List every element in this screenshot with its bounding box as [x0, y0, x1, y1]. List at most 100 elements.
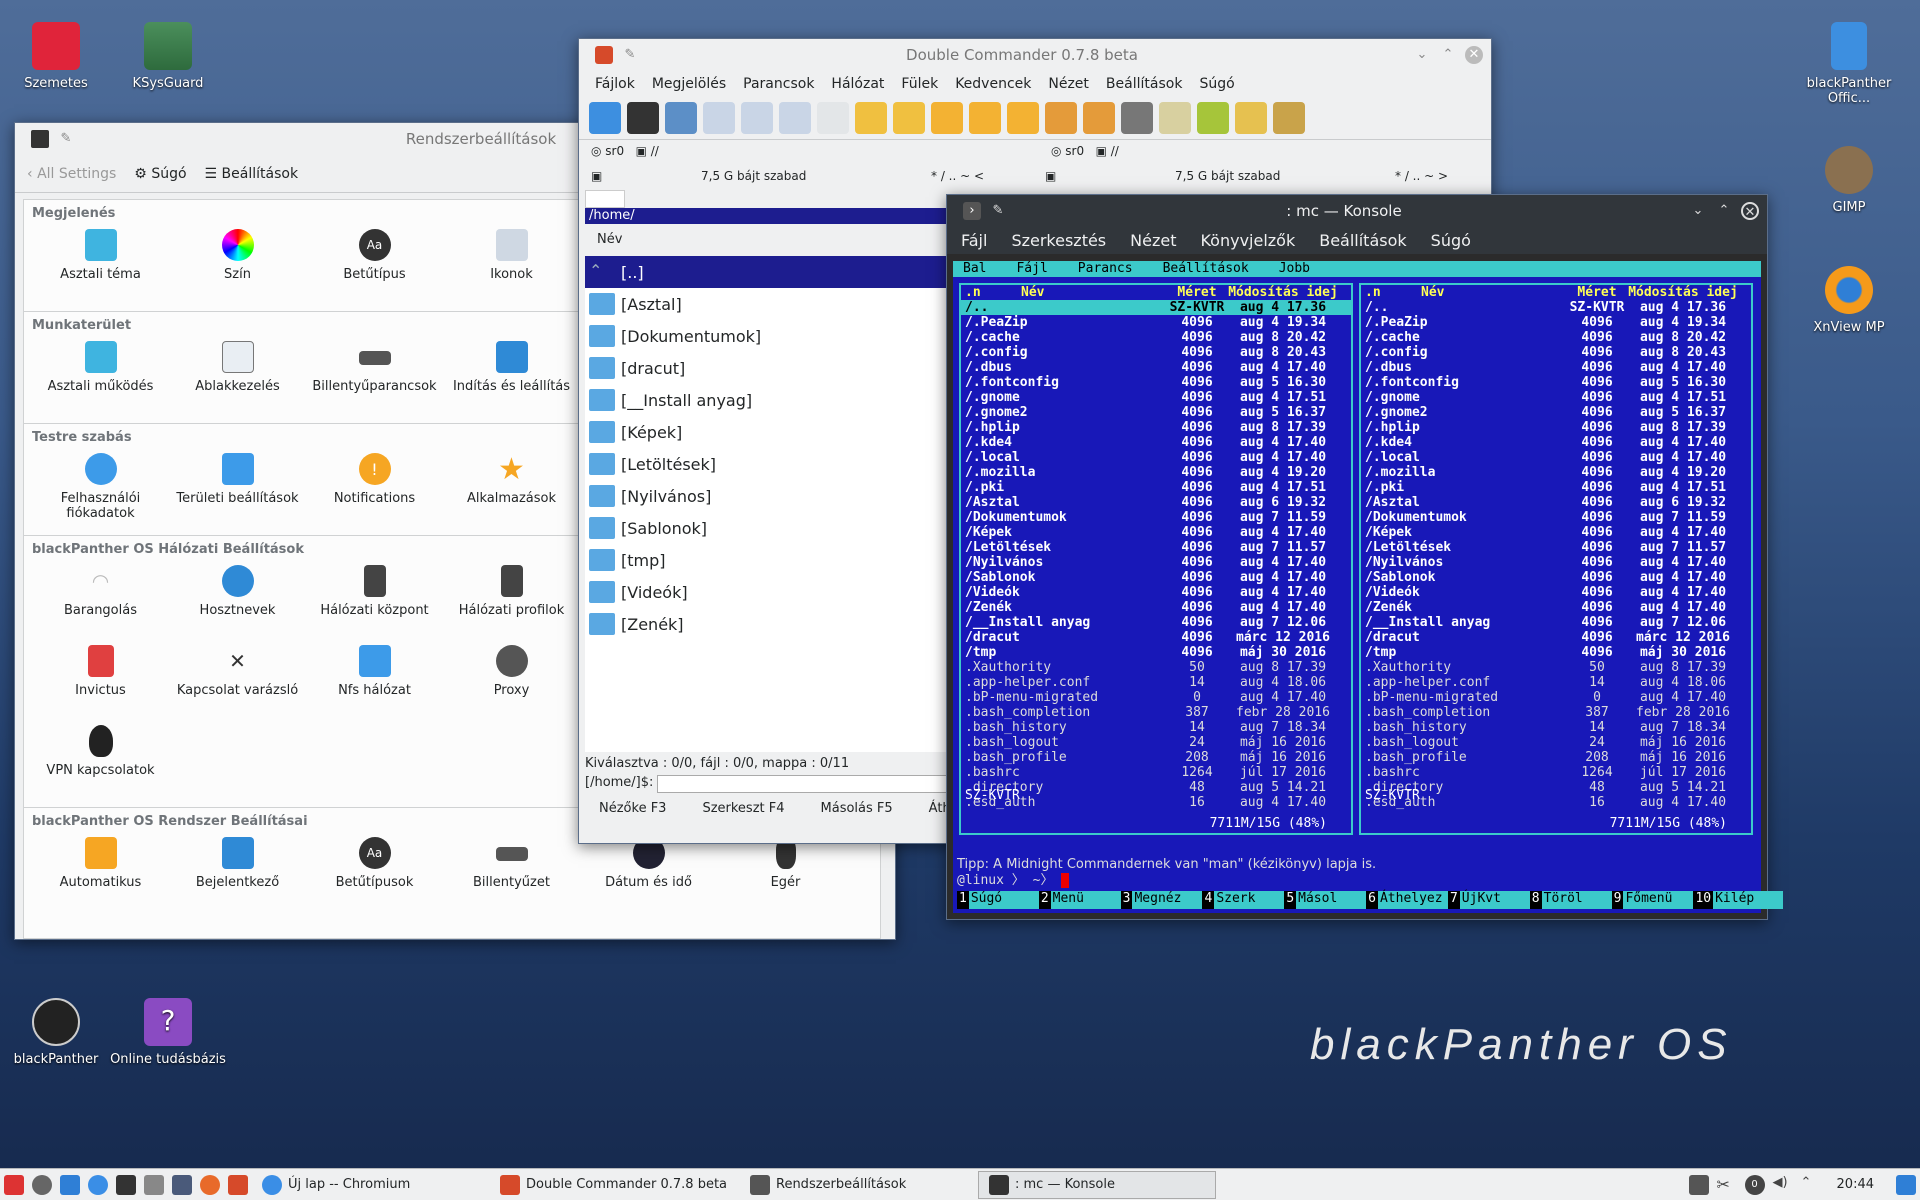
task-settings[interactable]: Rendszerbeállítások	[740, 1171, 978, 1199]
config-button[interactable]: ☰ Beállítások	[205, 166, 299, 182]
files-launcher-icon[interactable]	[60, 1174, 80, 1195]
mc-file-row[interactable]: /.kde4 4096 aug 4 17.40	[1361, 435, 1751, 450]
delete-icon[interactable]	[969, 102, 1001, 134]
module-desktop-behavior[interactable]: Asztali működés	[32, 337, 169, 417]
clock[interactable]: 20:44	[1837, 1177, 1874, 1192]
mc-file-row[interactable]: /.config 4096 aug 8 20.43	[961, 345, 1351, 360]
mc-file-row[interactable]: /Zenék 4096 aug 4 17.40	[1361, 600, 1751, 615]
mc-fkey-2-button[interactable]: Menü	[1050, 891, 1121, 909]
app-menu-icon[interactable]	[4, 1174, 24, 1195]
mc-file-row[interactable]: .app-helper.conf 14 aug 4 18.06	[961, 675, 1351, 690]
menu-edit[interactable]: Szerkesztés	[1011, 231, 1106, 250]
rename-icon[interactable]	[1197, 102, 1229, 134]
mc-fkey-3-button[interactable]: Megnéz	[1132, 891, 1203, 909]
mc-menu-right[interactable]: Jobb	[1279, 261, 1310, 277]
search-icon[interactable]	[1121, 102, 1153, 134]
mc-terminal[interactable]: Bal Fájl Parancs Beállítások Jobb .n Név M…	[953, 261, 1784, 913]
module-hostnames[interactable]: Hosztnevek	[169, 561, 306, 641]
mc-file-row[interactable]: /Videók 4096 aug 4 17.40	[961, 585, 1351, 600]
arrow-left-icon[interactable]	[855, 102, 887, 134]
pin-icon[interactable]: ✎	[989, 202, 1007, 220]
mc-right-panel[interactable]: .n Név Méret Módosítás idej/.. SZ-KVTR aug 4 …	[1359, 283, 1753, 835]
konsole-titlebar[interactable]: › ✎ : mc — Konsole ⌄ ⌃ ✕	[947, 195, 1767, 227]
trash-desktop-icon[interactable]: Szemetes	[0, 22, 116, 91]
mc-file-row[interactable]: /.hplip 4096 aug 8 17.39	[1361, 420, 1751, 435]
mc-file-row[interactable]: /Nyilvános 4096 aug 4 17.40	[1361, 555, 1751, 570]
xnview-desktop-icon[interactable]: XnView MP	[1789, 266, 1909, 335]
ksysguard-desktop-icon[interactable]: KSysGuard	[108, 22, 228, 91]
menu-settings[interactable]: Beállítások	[1319, 231, 1406, 250]
mc-file-row[interactable]: /__Install anyag 4096 aug 7 12.06	[961, 615, 1351, 630]
mc-left-panel[interactable]: .n Név Méret Módosítás idej/.. SZ-KVTR aug 4 …	[959, 283, 1353, 835]
mc-file-row[interactable]: .bP-menu-migrated 0 aug 4 17.40	[961, 690, 1351, 705]
refresh-icon[interactable]	[589, 102, 621, 134]
drive-right[interactable]: ◎ sr0 ▣ //	[1051, 144, 1119, 158]
menu-favorites[interactable]: Kedvencek	[955, 76, 1031, 92]
mc-file-row[interactable]: /Képek 4096 aug 4 17.40	[961, 525, 1351, 540]
task-konsole[interactable]: : mc — Konsole	[978, 1170, 1216, 1199]
module-shortcuts[interactable]: Billentyűparancsok	[306, 337, 443, 417]
mc-file-row[interactable]: /tmp 4096 máj 30 2016	[961, 645, 1351, 660]
menu-settings[interactable]: Beállítások	[1106, 76, 1183, 92]
nav-left[interactable]: * / .. ~ <	[931, 169, 1045, 183]
close-icon[interactable]: ✕	[1741, 202, 1759, 220]
help-desktop-icon[interactable]: ? Online tudásbázis	[108, 998, 228, 1067]
mc-file-row[interactable]: /.. SZ-KVTR aug 4 17.36	[961, 300, 1351, 315]
new-icon[interactable]	[931, 102, 963, 134]
mc-file-row[interactable]: /Képek 4096 aug 4 17.40	[1361, 525, 1751, 540]
thumb-view-icon[interactable]	[779, 102, 811, 134]
module-user-account[interactable]: Felhasználói fiókadatok	[32, 449, 169, 529]
tree-icon[interactable]	[817, 102, 849, 134]
minimize-icon[interactable]: ⌄	[1413, 46, 1431, 64]
dc-launcher-icon[interactable]	[228, 1174, 248, 1195]
mc-file-row[interactable]: .bash_logout 24 máj 16 2016	[961, 735, 1351, 750]
mc-file-row[interactable]: /.local 4096 aug 4 17.40	[961, 450, 1351, 465]
mc-file-row[interactable]: .bash_completion 387 febr 28 2016	[1361, 705, 1751, 720]
mc-file-row[interactable]: .app-helper.conf 14 aug 4 18.06	[1361, 675, 1751, 690]
gear-icon[interactable]	[665, 102, 697, 134]
mc-file-row[interactable]: /.local 4096 aug 4 17.40	[1361, 450, 1751, 465]
mc-file-row[interactable]: .bash_logout 24 máj 16 2016	[1361, 735, 1751, 750]
calc-icon[interactable]	[1273, 102, 1305, 134]
gimp-desktop-icon[interactable]: GIMP	[1789, 146, 1909, 215]
calc-launcher-icon[interactable]	[172, 1174, 192, 1195]
brief-view-icon[interactable]	[703, 102, 735, 134]
mc-file-row[interactable]: .bash_history 14 aug 7 18.34	[961, 720, 1351, 735]
module-nfs[interactable]: Nfs hálózat	[306, 641, 443, 721]
module-vpn[interactable]: VPN kapcsolatok	[32, 721, 169, 801]
mc-file-row[interactable]: /.PeaZip 4096 aug 4 19.34	[961, 315, 1351, 330]
mc-file-row[interactable]: .bash_history 14 aug 7 18.34	[1361, 720, 1751, 735]
mc-file-row[interactable]: .bashrc 1264 júl 17 2016	[1361, 765, 1751, 780]
menu-mark[interactable]: Megjelölés	[652, 76, 726, 92]
mc-menu-left[interactable]: Bal	[963, 261, 986, 277]
module-font[interactable]: Aa Betűtípus	[306, 225, 443, 305]
mc-file-row[interactable]: .bash_profile 208 máj 16 2016	[961, 750, 1351, 765]
mc-fkey-6-button[interactable]: Áthelyez	[1377, 891, 1448, 909]
menu-view[interactable]: Nézet	[1048, 76, 1089, 92]
module-browsing[interactable]: ◠ Barangolás	[32, 561, 169, 641]
mc-fkey-5-button[interactable]: Másol	[1296, 891, 1367, 909]
mc-file-row[interactable]: /Sablonok 4096 aug 4 17.40	[961, 570, 1351, 585]
mc-file-row[interactable]: /Letöltések 4096 aug 7 11.57	[961, 540, 1351, 555]
mc-fkey-10-button[interactable]: Kilép	[1713, 891, 1784, 909]
mc-file-row[interactable]: /.cache 4096 aug 8 20.42	[961, 330, 1351, 345]
module-icons[interactable]: Ikonok	[443, 225, 580, 305]
mc-file-row[interactable]: /Asztal 4096 aug 6 19.32	[1361, 495, 1751, 510]
special-icon[interactable]	[1007, 102, 1039, 134]
module-proxy[interactable]: Proxy	[443, 641, 580, 721]
task-doublecommander[interactable]: Double Commander 0.7.8 beta	[490, 1171, 740, 1199]
mc-file-row[interactable]: .Xauthority 50 aug 8 17.39	[1361, 660, 1751, 675]
menu-network[interactable]: Hálózat	[831, 76, 884, 92]
mc-file-row[interactable]: /Asztal 4096 aug 6 19.32	[961, 495, 1351, 510]
mc-file-row[interactable]: /tmp 4096 máj 30 2016	[1361, 645, 1751, 660]
volume-icon[interactable]: ◀)	[1773, 1175, 1793, 1195]
blackpanther-desktop-icon[interactable]: blackPanther	[0, 998, 116, 1067]
drive-left[interactable]: ◎ sr0 ▣ //	[591, 144, 1051, 158]
copy-path-icon[interactable]	[1235, 102, 1267, 134]
module-network-profiles[interactable]: Hálózati profilok	[443, 561, 580, 641]
pin-icon[interactable]: ✎	[57, 130, 75, 148]
mc-file-row[interactable]: /.config 4096 aug 8 20.43	[1361, 345, 1751, 360]
menu-view[interactable]: Nézet	[1130, 231, 1176, 250]
mc-file-row[interactable]: .Xauthority 50 aug 8 17.39	[961, 660, 1351, 675]
module-automatic[interactable]: Automatikus	[32, 833, 169, 913]
